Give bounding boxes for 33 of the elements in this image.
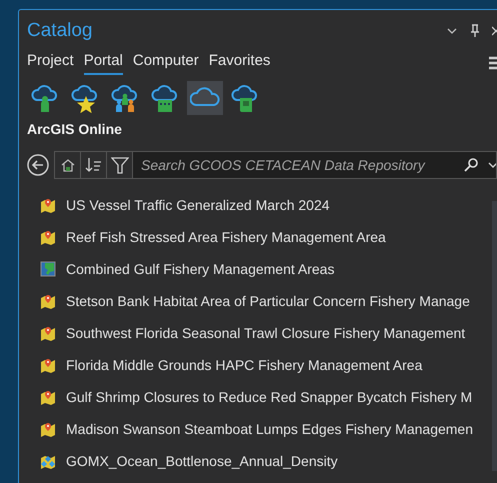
cloud-star-icon: [70, 83, 100, 113]
tab[interactable]: Computer: [132, 50, 199, 75]
map-pin-icon: [40, 357, 56, 373]
map-pin-icon: [40, 421, 56, 437]
catalog-item[interactable]: Southwest Florida Seasonal Trawl Closure Fishery Management: [27, 317, 492, 349]
map-pin-icon: [40, 389, 56, 405]
close-icon[interactable]: [492, 25, 497, 37]
map-pin-icon: [40, 293, 56, 309]
catalog-item[interactable]: Reef Fish Stressed Area Fishery Management Area: [27, 221, 492, 253]
tile-layer-icon: [40, 453, 56, 469]
catalog-item[interactable]: Florida Middle Grounds HAPC Fishery Management Area: [27, 349, 492, 381]
location-label: ArcGIS Online: [27, 121, 123, 137]
cloud-user-icon: [30, 83, 60, 113]
catalog-item[interactable]: Gulf Shrimp Closures to Reduce Red Snapper Bycatch Fishery M: [27, 381, 492, 413]
cloud-people-icon: [110, 83, 140, 113]
pin-icon[interactable]: [470, 24, 480, 38]
menu-icon[interactable]: [489, 54, 497, 70]
catalog-item[interactable]: Combined Gulf Fishery Management Areas: [27, 253, 492, 285]
tab[interactable]: Portal: [84, 50, 123, 75]
cloud-building-icon: [150, 83, 180, 113]
catalog-item[interactable]: Madison Swanson Steamboat Lumps Edges Fishery Managemen: [27, 413, 492, 445]
panel-title: Catalog: [27, 20, 92, 42]
tab[interactable]: Favorites: [208, 50, 270, 75]
map-pin-icon: [40, 325, 56, 341]
imagery-icon: [40, 261, 56, 277]
cloud-book-icon: [230, 83, 260, 113]
catalog-item[interactable]: Stetson Bank Habitat Area of Particular Concern Fishery Manage: [27, 285, 492, 317]
catalog-item[interactable]: GOMX_Ocean_Bottlenose_Annual_Density: [27, 445, 492, 477]
map-pin-icon: [40, 229, 56, 245]
catalog-item[interactable]: US Vessel Traffic Generalized March 2024: [27, 189, 492, 221]
map-pin-icon: [40, 197, 56, 213]
back-icon[interactable]: [27, 154, 49, 176]
tab[interactable]: Project: [27, 50, 74, 75]
